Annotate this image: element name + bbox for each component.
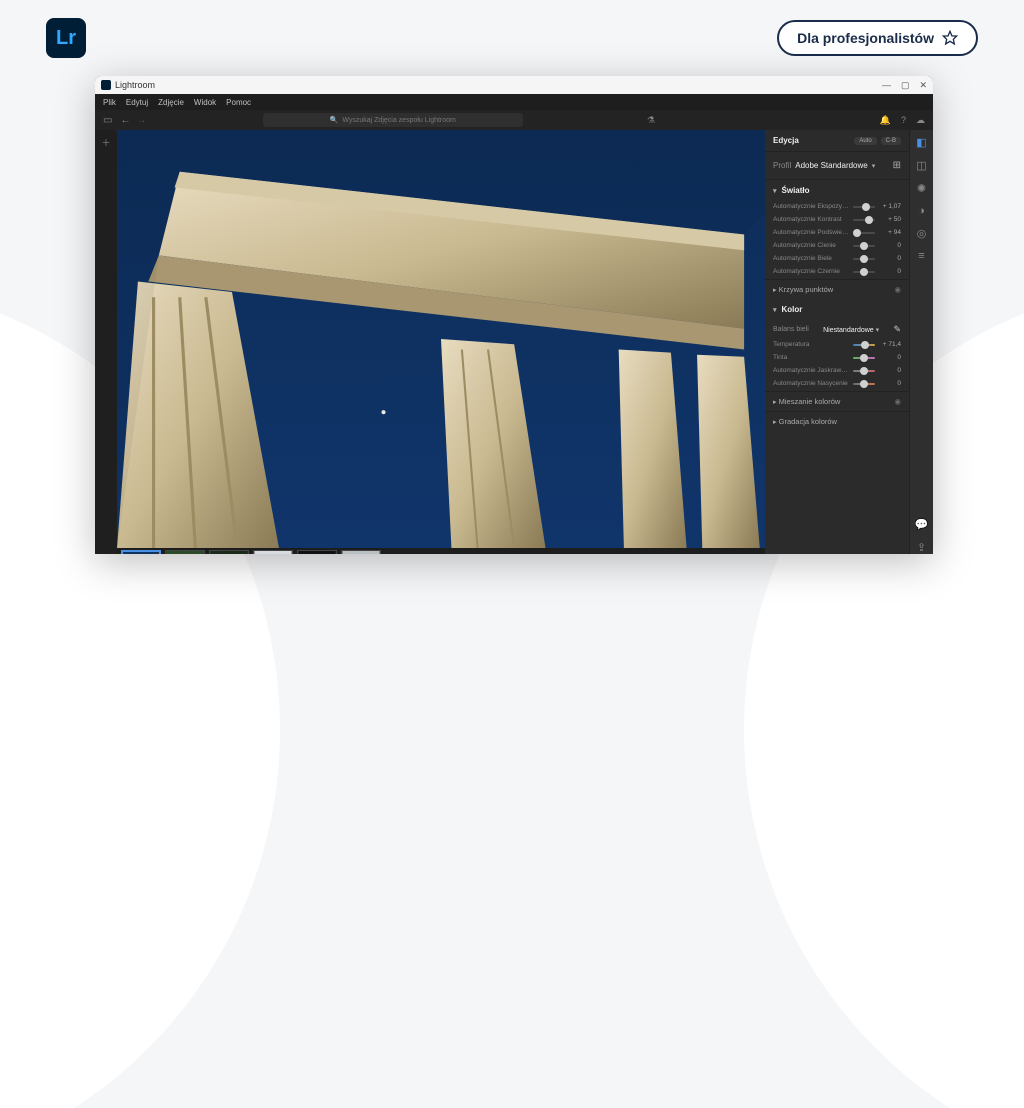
section-curve[interactable]: ▸ Krzywa punktów ◉	[765, 279, 909, 299]
workspace: ＋	[95, 130, 933, 554]
search-placeholder: Wyszukaj Zdjęcia zespołu Lightroom	[342, 117, 456, 124]
chevron-down-icon: ▾	[876, 327, 880, 334]
search-input[interactable]: 🔍 Wyszukaj Zdjęcia zespołu Lightroom	[263, 113, 523, 127]
menu-item-help[interactable]: Pomoc	[226, 98, 251, 107]
window-minimize-button[interactable]: —	[882, 80, 891, 91]
thumbnail-4[interactable]	[253, 550, 293, 554]
masking-tool-icon[interactable]: ◑	[918, 205, 925, 217]
cloud-sync-icon[interactable]: ☁	[916, 115, 925, 126]
right-tool-rail: ◧ ◫ ✺ ◑ ◎ ≡ 💬 ⇪	[909, 130, 933, 554]
star-icon	[942, 30, 958, 46]
pro-button-label: Dla profesjonalistów	[797, 30, 934, 46]
chevron-right-icon: ▸	[773, 287, 777, 294]
edit-tool-icon[interactable]: ◧	[916, 136, 926, 149]
page-header: Lr Dla profesjonalistów	[0, 0, 1024, 68]
thumbnail-3[interactable]	[209, 550, 249, 554]
section-color-mixer[interactable]: ▸ Mieszanie kolorów ◉	[765, 391, 909, 411]
menu-item-photo[interactable]: Zdjęcie	[158, 98, 184, 107]
edit-panel-header: Edycja Auto C-B	[765, 130, 909, 152]
toolbar: ▭ ← → 🔍 Wyszukaj Zdjęcia zespołu Lightro…	[95, 110, 933, 130]
menu-item-edit[interactable]: Edytuj	[126, 98, 148, 107]
chevron-down-icon: ▾	[773, 187, 777, 195]
share-icon[interactable]: ⇪	[917, 541, 926, 554]
crop-tool-icon[interactable]: ◫	[916, 159, 926, 172]
my-photos-icon[interactable]: ▭	[103, 115, 112, 126]
window-close-button[interactable]: ✕	[919, 80, 927, 91]
thumbnail-5[interactable]	[297, 550, 337, 554]
back-button[interactable]: ←	[120, 115, 130, 126]
redeye-tool-icon[interactable]: ◎	[917, 227, 927, 240]
slider-temperature[interactable]: Temperatura + 71,4	[765, 339, 909, 352]
canvas-area	[117, 130, 765, 554]
presets-icon[interactable]: ≡	[918, 250, 924, 262]
notification-icon[interactable]: 🔔	[880, 115, 891, 126]
filmstrip	[117, 548, 765, 554]
chevron-down-icon: ▾	[872, 162, 876, 170]
left-rail: ＋	[95, 130, 117, 554]
chevron-right-icon: ▸	[773, 399, 777, 406]
eye-icon[interactable]: ◉	[894, 397, 901, 406]
eye-icon[interactable]: ◉	[894, 285, 901, 294]
bw-button[interactable]: C-B	[881, 137, 901, 145]
slider-exposure[interactable]: Automatycznie Ekspozycja + 1,07	[765, 201, 909, 214]
wb-label: Balans bieli	[773, 326, 809, 333]
window-maximize-button[interactable]: ▢	[901, 80, 910, 91]
section-light[interactable]: ▾ Światło	[765, 180, 909, 201]
chevron-right-icon: ▸	[773, 419, 777, 426]
auto-button[interactable]: Auto	[854, 137, 876, 145]
section-color[interactable]: ▾ Kolor	[765, 299, 909, 320]
eyedropper-icon[interactable]: ✎	[893, 324, 901, 335]
lightroom-logo-text: Lr	[56, 27, 76, 50]
thumbnail-6[interactable]	[341, 550, 381, 554]
menu-item-view[interactable]: Widok	[194, 98, 216, 107]
slider-tint[interactable]: Tinta 0	[765, 352, 909, 365]
app-window: Lightroom — ▢ ✕ Plik Edytuj Zdjęcie Wido…	[95, 76, 933, 554]
help-icon[interactable]: ?	[901, 115, 906, 126]
chevron-down-icon: ▾	[773, 306, 777, 314]
thumbnail-2[interactable]	[165, 550, 205, 554]
filter-icon[interactable]: ⚗	[647, 115, 655, 126]
menu-item-file[interactable]: Plik	[103, 98, 116, 107]
forward-button[interactable]: →	[136, 115, 146, 126]
photo-image	[117, 130, 765, 548]
add-icon[interactable]: ＋	[101, 136, 110, 149]
slider-contrast[interactable]: Automatycznie Kontrast + 50	[765, 214, 909, 227]
profile-row[interactable]: Profil Adobe Standardowe ▾ ⊞	[765, 152, 909, 180]
slider-blacks[interactable]: Automatycznie Czernie 0	[765, 266, 909, 279]
slider-vibrance[interactable]: Automatycznie Jaskrawość 0	[765, 365, 909, 378]
chat-icon[interactable]: 💬	[915, 518, 929, 531]
profile-grid-icon[interactable]: ⊞	[893, 160, 901, 171]
section-light-label: Światło	[782, 186, 810, 195]
section-color-label: Kolor	[782, 305, 803, 314]
window-title: Lightroom	[115, 80, 155, 90]
slider-shadows[interactable]: Automatycznie Cienie 0	[765, 240, 909, 253]
profile-value: Adobe Standardowe	[795, 161, 868, 170]
section-color-grading[interactable]: ▸ Gradacja kolorów	[765, 411, 909, 431]
photo-canvas[interactable]	[117, 130, 765, 548]
lightroom-logo: Lr	[46, 18, 86, 58]
slider-saturation[interactable]: Automatycznie Nasycenie 0	[765, 378, 909, 391]
edit-title: Edycja	[773, 136, 799, 145]
white-balance-row[interactable]: Balans bieli Niestandardowe ▾ ✎	[765, 320, 909, 339]
slider-whites[interactable]: Automatycznie Biele 0	[765, 253, 909, 266]
menubar: Plik Edytuj Zdjęcie Widok Pomoc	[95, 94, 933, 110]
titlebar-app-icon	[101, 80, 111, 90]
healing-tool-icon[interactable]: ✺	[917, 182, 926, 195]
pro-button[interactable]: Dla profesjonalistów	[777, 20, 978, 56]
edit-panel: Edycja Auto C-B Profil Adobe Standardowe…	[765, 130, 909, 554]
slider-highlights[interactable]: Automatycznie Podświetlenia + 94	[765, 227, 909, 240]
titlebar: Lightroom — ▢ ✕	[95, 76, 933, 94]
search-icon: 🔍	[330, 116, 339, 124]
wb-value: Niestandardowe	[823, 327, 874, 334]
thumbnail-1[interactable]	[121, 550, 161, 554]
profile-label: Profil	[773, 161, 791, 170]
